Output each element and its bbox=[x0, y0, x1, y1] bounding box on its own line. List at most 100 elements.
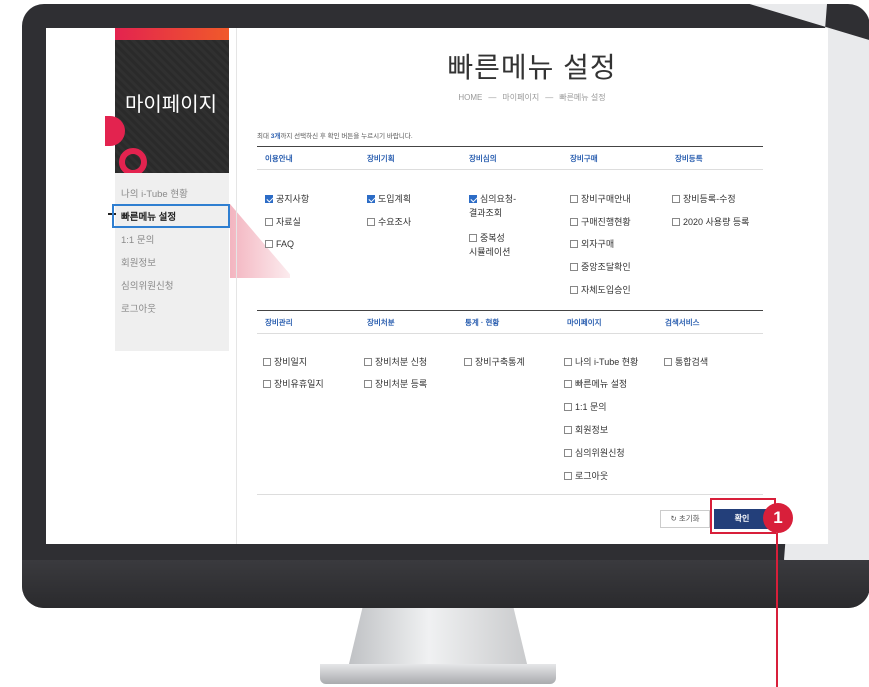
checkbox-icon bbox=[664, 358, 672, 366]
checkbox-label: 2020 사용량 등록 bbox=[683, 217, 750, 227]
checkbox-introduction-plan[interactable]: 도입계획 bbox=[367, 192, 411, 206]
checkbox-member-info[interactable]: 회원정보 bbox=[564, 423, 608, 437]
checkbox-usage-register[interactable]: 2020 사용량 등록 bbox=[672, 215, 749, 229]
note-prefix: 최대 bbox=[257, 133, 271, 140]
callout-badge: 1 bbox=[763, 503, 793, 533]
col-header: 장비관리 bbox=[265, 318, 293, 327]
page-title: 빠른메뉴 설정 bbox=[447, 52, 617, 83]
checkbox-icon bbox=[265, 218, 273, 226]
sidebar-item-member-info[interactable]: 회원정보 bbox=[115, 252, 229, 275]
checkbox-icon bbox=[570, 286, 578, 294]
checkbox-archive[interactable]: 자료실 bbox=[265, 215, 301, 229]
checkbox-icon bbox=[263, 358, 271, 366]
group-2-header: 장비관리 장비처분 통계 · 현황 마이페이지 검색서비스 bbox=[257, 310, 763, 334]
checkbox-icon bbox=[564, 472, 572, 480]
checkbox-label: 장비등록-수정 bbox=[683, 194, 736, 204]
monitor-bezel bbox=[22, 560, 869, 608]
checkbox-purchase-progress[interactable]: 구매진행현황 bbox=[570, 215, 631, 229]
checkbox-quick-menu[interactable]: 빠른메뉴 설정 bbox=[564, 377, 627, 391]
checkbox-disposal-register[interactable]: 장비처분 등록 bbox=[364, 377, 427, 391]
bottom-divider bbox=[257, 494, 763, 495]
checkbox-central-procurement[interactable]: 중앙조달확인 bbox=[570, 260, 631, 274]
checkbox-icon bbox=[564, 380, 572, 388]
checkbox-icon bbox=[570, 195, 578, 203]
col-header: 장비처분 bbox=[367, 318, 395, 327]
breadcrumb: HOME — 마이페이지 — 빠른메뉴 설정 bbox=[236, 92, 828, 103]
checkbox-label-line2: 결과조회 bbox=[469, 208, 503, 218]
checkbox-equipment-register[interactable]: 장비등록-수정 bbox=[672, 192, 736, 206]
checkbox-self-approval[interactable]: 자체도입승인 bbox=[570, 283, 631, 297]
checkbox-disposal-apply[interactable]: 장비처분 신청 bbox=[364, 355, 427, 369]
content-divider bbox=[236, 28, 237, 544]
checkbox-label: 장비일지 bbox=[274, 357, 308, 367]
checkbox-label: 장비처분 신청 bbox=[375, 357, 428, 367]
checkbox-icon bbox=[469, 234, 477, 242]
checkbox-icon bbox=[364, 380, 372, 388]
sidebar-item-itube-status[interactable]: 나의 i-Tube 현황 bbox=[115, 183, 229, 206]
sidebar-highlight bbox=[112, 204, 230, 228]
checkbox-label: 장비유휴일지 bbox=[274, 379, 324, 389]
checkbox-label: 중앙조달확인 bbox=[581, 262, 631, 272]
col-header: 이용안내 bbox=[265, 154, 293, 163]
note-count: 3개 bbox=[270, 133, 281, 140]
checkbox-notice[interactable]: 공지사항 bbox=[265, 192, 309, 206]
col-header: 장비기획 bbox=[367, 154, 395, 163]
checkbox-label: 중복성 bbox=[480, 233, 505, 243]
sidebar-title: 마이페이지 bbox=[125, 94, 217, 116]
checkbox-reviewer-apply[interactable]: 심의위원신청 bbox=[564, 446, 625, 460]
checkbox-build-stats[interactable]: 장비구축통계 bbox=[464, 355, 525, 369]
sidebar-item-logout[interactable]: 로그아웃 bbox=[115, 298, 229, 321]
checkbox-foreign-purchase[interactable]: 외자구매 bbox=[570, 237, 614, 251]
checkbox-icon bbox=[367, 218, 375, 226]
checkbox-checked-icon bbox=[367, 195, 375, 203]
breadcrumb-sep: — bbox=[545, 93, 554, 102]
monitor-stand bbox=[348, 608, 528, 668]
sidebar-menu: 나의 i-Tube 현황 빠른메뉴 설정 1:1 문의 회원정보 심의위원신청 … bbox=[115, 173, 229, 351]
reset-button[interactable]: ↻ 초기화 bbox=[660, 510, 710, 528]
checkbox-label: 구매진행현황 bbox=[581, 217, 631, 227]
checkbox-equipment-log[interactable]: 장비일지 bbox=[263, 355, 307, 369]
breadcrumb-sep: — bbox=[488, 93, 497, 102]
checkbox-inquiry[interactable]: 1:1 문의 bbox=[564, 400, 607, 414]
checkbox-icon bbox=[570, 218, 578, 226]
checkbox-icon bbox=[265, 240, 273, 248]
checkbox-label: 회원정보 bbox=[575, 425, 609, 435]
checkbox-icon bbox=[564, 426, 572, 434]
note-suffix: 까지 선택하신 후 확인 버튼을 누르시기 바랍니다. bbox=[280, 133, 413, 140]
checkbox-label: 심의요청- bbox=[480, 194, 517, 204]
checkbox-label: 장비구매안내 bbox=[581, 194, 631, 204]
checkbox-purchase-guide[interactable]: 장비구매안내 bbox=[570, 192, 631, 206]
col-header: 마이페이지 bbox=[567, 318, 602, 327]
checkbox-review-request[interactable]: 심의요청- bbox=[469, 192, 516, 206]
sidebar-item-inquiry[interactable]: 1:1 문의 bbox=[115, 229, 229, 252]
breadcrumb-mypage[interactable]: 마이페이지 bbox=[502, 93, 539, 102]
checkbox-label: 로그아웃 bbox=[575, 471, 609, 481]
checkbox-label: 나의 i-Tube 현황 bbox=[575, 357, 639, 367]
col-header: 장비구매 bbox=[570, 154, 598, 163]
col-header: 통계 · 현황 bbox=[465, 318, 500, 327]
breadcrumb-home[interactable]: HOME bbox=[458, 93, 482, 102]
checkbox-demand-survey[interactable]: 수요조사 bbox=[367, 215, 411, 229]
monitor-stand-base bbox=[320, 664, 556, 684]
col-header: 장비심의 bbox=[469, 154, 497, 163]
checkbox-integrated-search[interactable]: 통합검색 bbox=[664, 355, 708, 369]
checkbox-duplication-sim[interactable]: 중복성 bbox=[469, 231, 505, 245]
checkbox-idle-log[interactable]: 장비유휴일지 bbox=[263, 377, 324, 391]
col-header: 검색서비스 bbox=[665, 318, 700, 327]
callout-line bbox=[776, 533, 778, 687]
checkbox-icon bbox=[263, 380, 271, 388]
checkbox-logout[interactable]: 로그아웃 bbox=[564, 469, 608, 483]
checkbox-icon bbox=[564, 358, 572, 366]
checkbox-label: 장비처분 등록 bbox=[375, 379, 428, 389]
checkbox-faq[interactable]: FAQ bbox=[265, 237, 294, 251]
screen: 마이페이지 나의 i-Tube 현황 빠른메뉴 설정 1:1 문의 회원정보 심… bbox=[46, 28, 828, 544]
hero-half-circle bbox=[105, 116, 125, 146]
checkbox-label: 빠른메뉴 설정 bbox=[575, 379, 628, 389]
checkbox-label: 통합검색 bbox=[675, 357, 709, 367]
checkbox-label: 수요조사 bbox=[378, 217, 412, 227]
checkbox-label: 1:1 문의 bbox=[575, 402, 607, 412]
group-1-header: 이용안내 장비기획 장비심의 장비구매 장비등록 bbox=[257, 146, 763, 170]
sidebar-item-reviewer-apply[interactable]: 심의위원신청 bbox=[115, 275, 229, 298]
checkbox-label-line2: 시뮬레이션 bbox=[469, 247, 511, 257]
checkbox-my-itube[interactable]: 나의 i-Tube 현황 bbox=[564, 355, 638, 369]
